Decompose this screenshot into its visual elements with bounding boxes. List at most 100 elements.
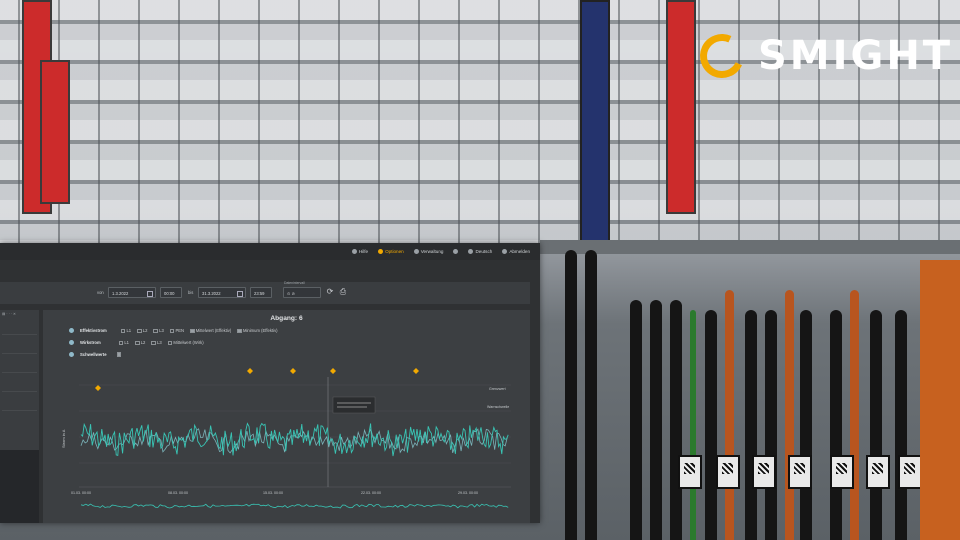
- cable: [690, 310, 696, 540]
- cable: [765, 310, 777, 540]
- cable: [895, 310, 907, 540]
- effektivstrom-radio[interactable]: [69, 328, 74, 334]
- interval-select[interactable]: ⊙ ⊘: [283, 287, 321, 298]
- cable: [650, 300, 662, 540]
- legend-item[interactable]: L2: [137, 328, 147, 334]
- cable: [800, 310, 812, 540]
- legend-item[interactable]: Minimum (Effektiv): [237, 328, 278, 334]
- sidebar-footer: [0, 450, 39, 523]
- logo-text: SMIGHT: [758, 33, 954, 79]
- language-icon: [468, 249, 474, 254]
- legend-item[interactable]: L1: [118, 340, 129, 346]
- threshold-marker-icon[interactable]: [413, 368, 419, 374]
- nav-options[interactable]: Optionen: [378, 249, 404, 254]
- chart-panel: Abgang: 6 Effektivstrom L1 L2 L3 PEN Mit…: [43, 310, 530, 523]
- legend-item-label: PEN: [175, 328, 185, 333]
- calendar-icon: [237, 291, 243, 297]
- overview-navigator-line: [80, 503, 509, 509]
- blue-fuse-strip: [580, 0, 610, 249]
- legend-checkbox[interactable]: [137, 328, 142, 334]
- legend-item-label: L2: [140, 340, 146, 345]
- threshold-label-grenzwert: Grenzwert: [489, 387, 506, 391]
- legend-checkbox[interactable]: [169, 328, 175, 334]
- threshold-marker-icon[interactable]: [247, 368, 253, 374]
- cable: [565, 250, 577, 540]
- logout-icon: [502, 249, 508, 254]
- legend-checkbox[interactable]: [190, 328, 195, 334]
- legend-schwellwerte: Schwellwerte: [69, 352, 122, 357]
- from-time-value: 00:00: [164, 291, 175, 296]
- legend-item[interactable]: L2: [135, 340, 146, 346]
- nav-options-label: Optionen: [385, 249, 404, 254]
- legend-checkbox[interactable]: [118, 340, 124, 346]
- nav-help[interactable]: Hilfe: [351, 249, 368, 254]
- schwellwerte-radio[interactable]: [69, 352, 74, 357]
- red-fuse-strip: [40, 60, 70, 204]
- orange-wall: [920, 260, 960, 540]
- smight-dashboard-window: Hilfe Optionen Verwaltung Deutsch Abmeld…: [0, 243, 540, 523]
- legend-item[interactable]: PEN: [169, 328, 185, 334]
- interval-label: Datenintervall: [284, 281, 305, 285]
- list-item[interactable]: [2, 373, 37, 392]
- legend-item-label: L3: [159, 328, 164, 333]
- from-date-value: 1.3.2022: [112, 291, 129, 296]
- cable: [745, 310, 757, 540]
- legend-checkbox[interactable]: [237, 328, 242, 334]
- threshold-marker-icon[interactable]: [330, 368, 336, 374]
- schwellwerte-checkbox[interactable]: [116, 352, 122, 357]
- nav-user[interactable]: [453, 249, 459, 254]
- list-item[interactable]: [2, 335, 37, 354]
- wirkstrom-radio[interactable]: [69, 340, 74, 346]
- legend-item[interactable]: L3: [153, 328, 164, 334]
- y-axis-label: Strom in A: [61, 429, 66, 448]
- cable: [725, 290, 734, 540]
- sensor-tag: [752, 455, 776, 489]
- legend-checkbox[interactable]: [153, 328, 158, 334]
- x-tick-label: 08.03. 00:00: [168, 491, 188, 495]
- to-time-input[interactable]: 23:59: [250, 287, 272, 298]
- hover-tooltip: [332, 396, 376, 414]
- threshold-marker-icon[interactable]: [95, 385, 101, 391]
- legend-checkbox[interactable]: [167, 340, 173, 346]
- date-filter-bar: von 1.3.2022 00:00 bis 31.3.2022 23:59 D…: [0, 281, 530, 304]
- list-item[interactable]: [2, 392, 37, 411]
- nav-admin-label: Verwaltung: [420, 249, 444, 254]
- to-time-value: 23:59: [254, 291, 265, 296]
- red-fuse-strip: [666, 0, 696, 214]
- legend-effektivstrom: Effektivstrom L1 L2 L3 PEN Mittelwert (E…: [69, 328, 278, 334]
- legend-checkbox[interactable]: [120, 328, 126, 334]
- threshold-label-warnschwelle: Warnschwelle: [487, 405, 509, 409]
- legend-item[interactable]: Mittelwert (Wirk): [167, 340, 204, 346]
- refresh-icon[interactable]: ⟳: [325, 287, 335, 297]
- from-time-input[interactable]: 00:00: [160, 287, 182, 298]
- legend-group-label: Wirkstrom: [80, 340, 101, 346]
- nav-language-label: Deutsch: [475, 249, 493, 254]
- x-tick-labels: 01.03. 00:00 08.03. 00:00 15.03. 00:00 2…: [71, 491, 478, 495]
- to-label: bis: [188, 290, 194, 295]
- nav-language[interactable]: Deutsch: [468, 249, 492, 254]
- cable: [850, 290, 859, 540]
- top-navigation: Hilfe Optionen Verwaltung Deutsch Abmeld…: [0, 243, 540, 260]
- legend-item[interactable]: L1: [120, 328, 131, 334]
- from-date-input[interactable]: 1.3.2022: [108, 287, 156, 298]
- export-icon[interactable]: ⎙: [338, 287, 348, 297]
- sensor-tag: [898, 455, 922, 489]
- sensor-tag: [830, 455, 854, 489]
- list-item[interactable]: [2, 354, 37, 373]
- legend-item[interactable]: L3: [151, 340, 162, 346]
- x-tick-label: 01.03. 00:00: [71, 491, 91, 495]
- series-effektivstrom-line: [80, 422, 509, 457]
- legend-checkbox[interactable]: [135, 340, 140, 346]
- from-label: von: [97, 290, 104, 295]
- list-item[interactable]: [2, 316, 37, 335]
- legend-item[interactable]: Mittelwert (Effektiv): [190, 328, 231, 334]
- nav-logout[interactable]: Abmelden: [502, 249, 530, 254]
- cable: [870, 310, 882, 540]
- nav-admin[interactable]: Verwaltung: [413, 249, 444, 254]
- to-date-input[interactable]: 31.3.2022: [198, 287, 246, 298]
- busbar: [540, 240, 960, 254]
- sensor-tag: [716, 455, 740, 489]
- threshold-marker-icon[interactable]: [290, 368, 296, 374]
- sensor-tag: [678, 455, 702, 489]
- legend-checkbox[interactable]: [151, 340, 156, 346]
